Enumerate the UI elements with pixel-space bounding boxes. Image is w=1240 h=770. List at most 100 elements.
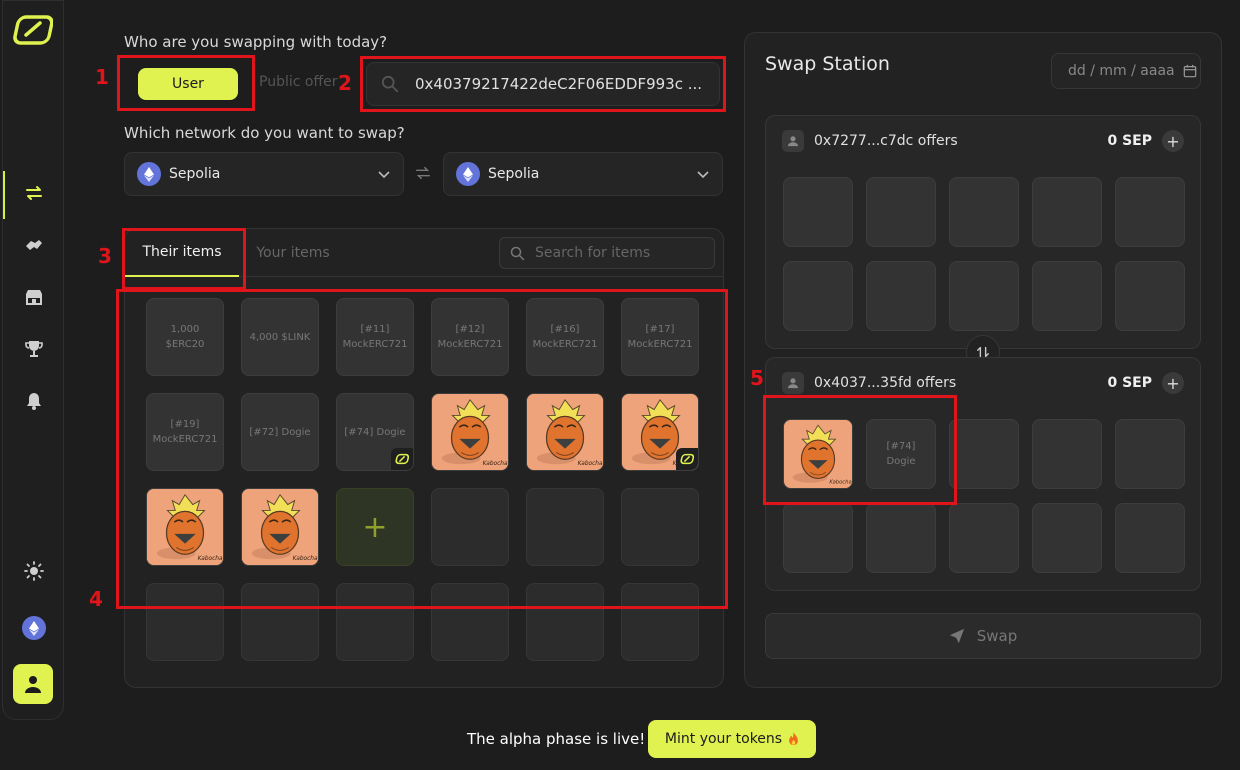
theme-toggle-icon[interactable] — [3, 549, 65, 593]
item-card[interactable]: [#17] MockERC721 — [621, 298, 699, 376]
nft-kabocha-image: Kabocha — [147, 489, 223, 565]
search-icon — [381, 75, 399, 93]
user-icon — [782, 130, 804, 152]
store-nav-icon[interactable] — [3, 275, 65, 319]
network-prompt: Which network do you want to swap? — [124, 124, 405, 142]
offer-card-top: 0x7277...c7dc offers 0 SEP + — [765, 115, 1201, 349]
nft-kabocha-image: Kabocha — [784, 420, 852, 488]
empty-slot — [621, 488, 699, 566]
offer-slot[interactable] — [783, 261, 853, 331]
item-card[interactable]: [#74] Dogie — [336, 393, 414, 471]
add-token-button[interactable]: + — [1162, 130, 1184, 152]
item-card[interactable]: [#19] MockERC721 — [146, 393, 224, 471]
offer-item-label: [#74] Dogie — [886, 441, 916, 467]
item-card[interactable]: [#72] Dogie — [241, 393, 319, 471]
swap-label: Swap — [976, 627, 1018, 645]
offer-slot[interactable] — [1115, 503, 1185, 573]
offer-slot[interactable] — [1032, 261, 1102, 331]
item-card[interactable]: 1,000 $ERC20 — [146, 298, 224, 376]
who-prompt: Who are you swapping with today? — [124, 33, 388, 51]
offer-slot[interactable] — [1115, 419, 1185, 489]
to-network-select[interactable]: Sepolia — [443, 152, 723, 196]
nft-kabocha-image: Kabocha — [432, 394, 508, 470]
offer-amount-value: 0 SEP — [1107, 133, 1152, 149]
empty-slot — [526, 488, 604, 566]
add-token-button[interactable]: + — [1162, 372, 1184, 394]
plus-icon: + — [362, 509, 388, 545]
item-label: [#19] MockERC721 — [152, 419, 218, 445]
empty-slot — [621, 583, 699, 661]
offer-slot[interactable] — [1032, 419, 1102, 489]
alpha-banner-text: The alpha phase is live! — [467, 730, 646, 748]
offer-slot[interactable] — [949, 261, 1019, 331]
chevron-down-icon — [378, 171, 390, 179]
item-label: [#11] MockERC721 — [342, 324, 408, 350]
swap-button[interactable]: Swap — [765, 613, 1201, 659]
offer-slot[interactable] — [866, 177, 936, 247]
offer-nft-item[interactable]: Kabocha — [783, 419, 853, 489]
search-placeholder: Search for items — [535, 245, 651, 261]
annotation-label-3: 3 — [98, 244, 112, 268]
item-card[interactable]: [#11] MockERC721 — [336, 298, 414, 376]
network-ethereum-icon[interactable] — [22, 616, 46, 640]
empty-slot — [431, 488, 509, 566]
swap-nav-icon[interactable] — [3, 171, 65, 219]
empty-slot — [431, 583, 509, 661]
offers-nav-icon[interactable] — [3, 223, 65, 267]
date-input[interactable]: dd / mm / aaaa — [1051, 53, 1201, 89]
offer-slot[interactable] — [949, 503, 1019, 573]
offer-slot[interactable] — [866, 503, 936, 573]
nft-item-card[interactable]: Kabocha — [146, 488, 224, 566]
chevron-down-icon — [697, 171, 709, 179]
svg-text:Kabocha: Kabocha — [578, 461, 603, 467]
nft-item-card[interactable]: Kabocha — [621, 393, 699, 471]
items-tabs: Their items Your items Search for items — [125, 229, 723, 277]
from-network-label: Sepolia — [169, 166, 221, 182]
offer-slot[interactable] — [1032, 177, 1102, 247]
profile-avatar-button[interactable] — [13, 664, 53, 704]
nft-item-card[interactable]: Kabocha — [241, 488, 319, 566]
item-search-input[interactable]: Search for items — [499, 237, 715, 269]
to-network-label: Sepolia — [488, 166, 540, 182]
link-badge-icon — [676, 448, 698, 470]
nft-kabocha-image: Kabocha — [242, 489, 318, 565]
from-network-select[interactable]: Sepolia — [124, 152, 404, 196]
offer-slot[interactable] — [783, 177, 853, 247]
tab-their-items[interactable]: Their items — [125, 229, 239, 277]
address-input[interactable]: 0x40379217422deC2F06EDDF993c ... — [366, 62, 720, 106]
offer-slot[interactable] — [783, 503, 853, 573]
empty-slot — [526, 583, 604, 661]
item-label: [#16] MockERC721 — [532, 324, 598, 350]
offer-slot[interactable] — [949, 419, 1019, 489]
item-label: [#12] MockERC721 — [437, 324, 503, 350]
item-card[interactable]: 4,000 $LINK — [241, 298, 319, 376]
svg-text:Kabocha: Kabocha — [483, 461, 508, 467]
offer-amount: 0 SEP + — [1107, 372, 1184, 394]
app-logo-icon[interactable] — [13, 13, 54, 47]
search-icon — [510, 246, 525, 260]
offer-slot[interactable] — [866, 261, 936, 331]
offer-header: 0x7277...c7dc offers — [782, 130, 958, 152]
trophy-nav-icon[interactable] — [3, 327, 65, 371]
user-icon — [782, 372, 804, 394]
nft-item-card[interactable]: Kabocha — [431, 393, 509, 471]
user-mode-button[interactable]: User — [138, 68, 238, 100]
nft-item-card[interactable]: Kabocha — [526, 393, 604, 471]
items-panel: Their items Your items Search for items … — [124, 228, 724, 688]
offer-slot[interactable] — [949, 177, 1019, 247]
svg-text:Kabocha: Kabocha — [198, 556, 223, 562]
item-label: [#72] Dogie — [249, 426, 311, 438]
item-label: 1,000 $ERC20 — [165, 324, 205, 350]
offer-slot[interactable] — [1032, 503, 1102, 573]
offer-item[interactable]: [#74] Dogie — [866, 419, 936, 489]
add-item-button[interactable]: + — [336, 488, 414, 566]
offer-slot[interactable] — [1115, 261, 1185, 331]
public-offer-button[interactable]: Public offer — [259, 74, 337, 90]
network-swap-icon[interactable] — [414, 164, 432, 186]
offer-slot[interactable] — [1115, 177, 1185, 247]
mint-tokens-button[interactable]: Mint your tokens — [648, 720, 816, 758]
item-card[interactable]: [#16] MockERC721 — [526, 298, 604, 376]
bell-nav-icon[interactable] — [3, 379, 65, 423]
tab-your-items[interactable]: Your items — [243, 229, 343, 277]
item-card[interactable]: [#12] MockERC721 — [431, 298, 509, 376]
